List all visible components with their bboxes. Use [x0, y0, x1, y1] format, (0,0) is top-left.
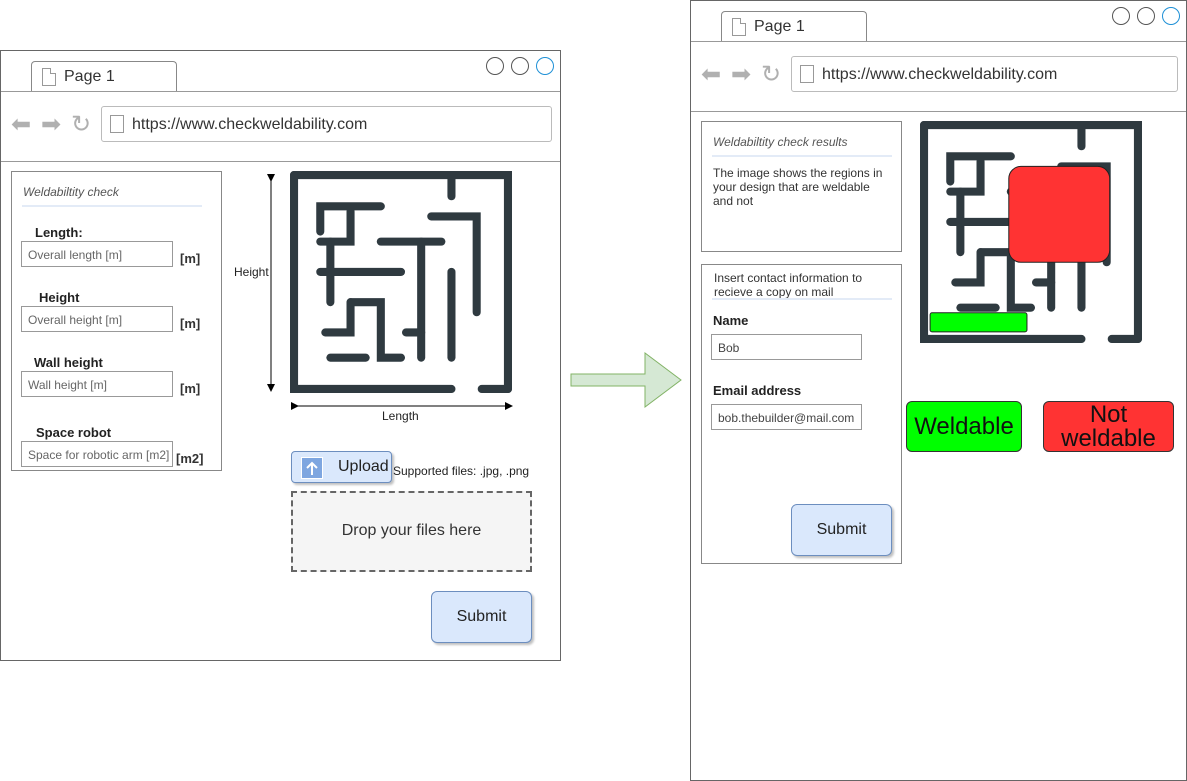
contact-panel: Insert contact information to recieve a …	[701, 264, 902, 564]
space-robot-label: Space robot	[36, 425, 112, 440]
transition-arrow	[570, 352, 682, 408]
title-divider	[712, 298, 892, 300]
results-description: The image shows the regions in your desi…	[713, 166, 883, 208]
tab-page-1[interactable]: Page 1	[31, 61, 177, 91]
length-unit: [m]	[180, 251, 201, 266]
contact-title: Insert contact information to recieve a …	[714, 271, 863, 299]
address-bar[interactable]: https://www.checkweldability.com	[791, 56, 1178, 92]
space-robot-input[interactable]: Space for robotic arm [m2]	[21, 441, 173, 467]
tab-label: Page 1	[64, 68, 115, 85]
forward-arrow-icon[interactable]: ➡	[731, 63, 751, 87]
legend-weldable: Weldable	[906, 401, 1022, 452]
browser-window-results: Page 1 ⬅ ➡ ↻ https://www.checkweldabilit…	[690, 0, 1187, 781]
toolbar-divider	[691, 111, 1186, 112]
back-arrow-icon[interactable]: ⬅	[11, 113, 31, 137]
panel-title: Weldabiltity check	[23, 185, 119, 199]
window-control-circle[interactable]	[511, 57, 529, 75]
email-label: Email address	[713, 383, 802, 398]
wall-height-unit: [m]	[180, 381, 201, 396]
supported-files-text: Supported files: .jpg, .png	[393, 464, 530, 478]
maze-result-image	[920, 121, 1142, 343]
browser-window-input: Page 1 ⬅ ➡ ↻ https://www.checkweldabilit…	[0, 50, 561, 661]
reload-icon[interactable]: ↻	[71, 113, 91, 137]
window-control-circle[interactable]	[536, 57, 554, 75]
upload-label: Upload	[338, 458, 389, 475]
url-text: https://www.checkweldability.com	[822, 66, 1058, 83]
upload-button[interactable]: Upload	[291, 451, 392, 483]
title-divider	[22, 205, 202, 207]
email-input[interactable]: bob.thebuilder@mail.com	[711, 404, 862, 430]
window-control-circle[interactable]	[1162, 7, 1180, 25]
length-input[interactable]: Overall length [m]	[21, 241, 173, 267]
height-input[interactable]: Overall height [m]	[21, 306, 173, 332]
length-label: Length:	[35, 225, 83, 240]
toolbar-divider	[1, 161, 560, 162]
reload-icon[interactable]: ↻	[761, 63, 781, 87]
tab-divider	[1, 91, 560, 92]
back-arrow-icon[interactable]: ⬅	[701, 63, 721, 87]
results-panel: Weldabiltity check results The image sho…	[701, 121, 902, 252]
file-drop-zone[interactable]: Drop your files here	[291, 491, 532, 572]
legend-not-weldable: Not weldable	[1043, 401, 1174, 452]
not-weldable-region	[1008, 165, 1111, 263]
tab-label: Page 1	[754, 18, 805, 35]
window-control-circle[interactable]	[486, 57, 504, 75]
length-dimension-label: Length	[382, 409, 419, 423]
tab-divider	[691, 41, 1186, 42]
submit-button[interactable]: Submit	[431, 591, 532, 643]
wall-height-label: Wall height	[34, 355, 103, 370]
dropzone-text: Drop your files here	[341, 522, 482, 539]
window-control-circle[interactable]	[1137, 7, 1155, 25]
height-label: Height	[39, 290, 80, 305]
name-label: Name	[713, 313, 749, 328]
address-bar[interactable]: https://www.checkweldability.com	[101, 106, 552, 142]
name-input[interactable]: Bob	[711, 334, 862, 360]
tab-page-1[interactable]: Page 1	[721, 11, 867, 41]
forward-arrow-icon[interactable]: ➡	[41, 113, 61, 137]
submit-button[interactable]: Submit	[791, 504, 892, 556]
page-icon	[732, 18, 746, 36]
page-icon	[800, 65, 814, 83]
space-robot-unit: [m2]	[176, 451, 204, 466]
height-dimension-label: Height	[234, 265, 269, 279]
upload-arrow-icon	[301, 457, 323, 479]
weldable-region	[929, 312, 1028, 333]
weldability-check-panel: Weldabiltity check Length: Overall lengt…	[11, 171, 222, 471]
results-title: Weldabiltity check results	[713, 135, 848, 149]
url-text: https://www.checkweldability.com	[132, 116, 368, 133]
maze-design-image	[290, 171, 512, 393]
title-divider	[712, 155, 892, 157]
height-unit: [m]	[180, 316, 201, 331]
page-icon	[110, 115, 124, 133]
page-icon	[42, 68, 56, 86]
wall-height-input[interactable]: Wall height [m]	[21, 371, 173, 397]
window-control-circle[interactable]	[1112, 7, 1130, 25]
